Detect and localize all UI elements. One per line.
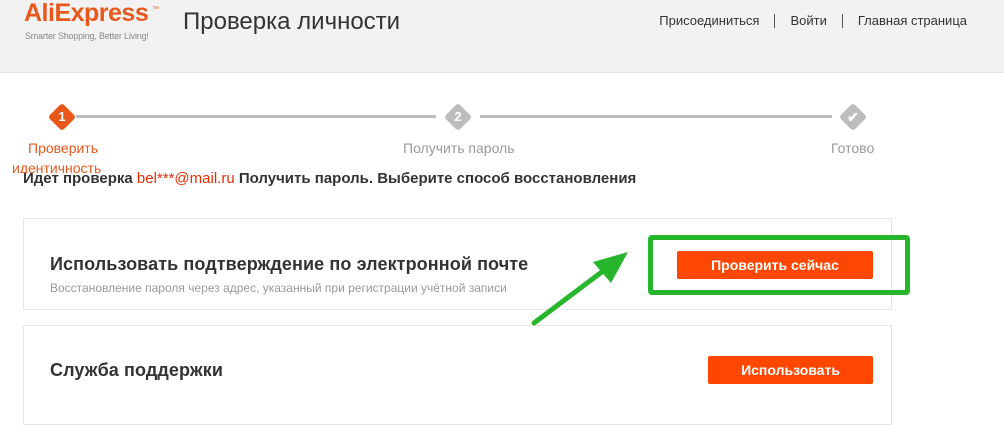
support-option-title: Служба поддержки [50, 360, 224, 380]
login-link[interactable]: Войти [790, 13, 826, 28]
masked-email: bel***@mail.ru [136, 170, 235, 187]
step-1-label: Проверить [28, 137, 98, 159]
verification-suffix: Получить пароль. Выберите способ восстан… [238, 170, 637, 187]
step-3-label: Готово [831, 140, 875, 156]
step-1-label-line1: Проверить [28, 140, 99, 156]
logo-tagline: Smarter Shopping, Better Living! [25, 31, 149, 41]
step-2-label: Получить пароль [403, 140, 515, 156]
join-link[interactable]: Присоединиться [659, 13, 759, 28]
home-link[interactable]: Главная страница [858, 13, 967, 28]
green-arrow-icon [531, 252, 628, 326]
highlight-box [648, 235, 910, 295]
nav-separator [841, 13, 843, 28]
top-nav: Присоединиться Войти Главная страница [659, 13, 967, 28]
step-connector [76, 115, 436, 118]
step-1-number: 1 [58, 109, 66, 124]
page-title: Проверка личности [183, 8, 401, 35]
step-connector [480, 115, 832, 118]
aliexpress-logo[interactable]: AliExpress ™ Smarter Shopping, Better Li… [24, 0, 174, 50]
email-option-title: Использовать подтверждение по электронно… [50, 254, 529, 274]
header: AliExpress ™ Smarter Shopping, Better Li… [0, 0, 1004, 73]
logo-text: AliExpress [24, 0, 149, 27]
checkmark-icon: ✔ [847, 109, 859, 125]
verification-prefix: Идет проверка [23, 170, 133, 187]
support-option-card: Служба поддержки Использовать [23, 325, 892, 425]
step-2-number: 2 [454, 109, 462, 124]
verification-message: Идет проверка bel***@mail.ru Получить па… [23, 170, 636, 187]
logo-trademark: ™ [152, 6, 159, 13]
nav-separator [774, 13, 776, 28]
email-option-description: Восстановление пароля через адрес, указа… [50, 281, 507, 295]
use-support-button[interactable]: Использовать [708, 356, 873, 384]
